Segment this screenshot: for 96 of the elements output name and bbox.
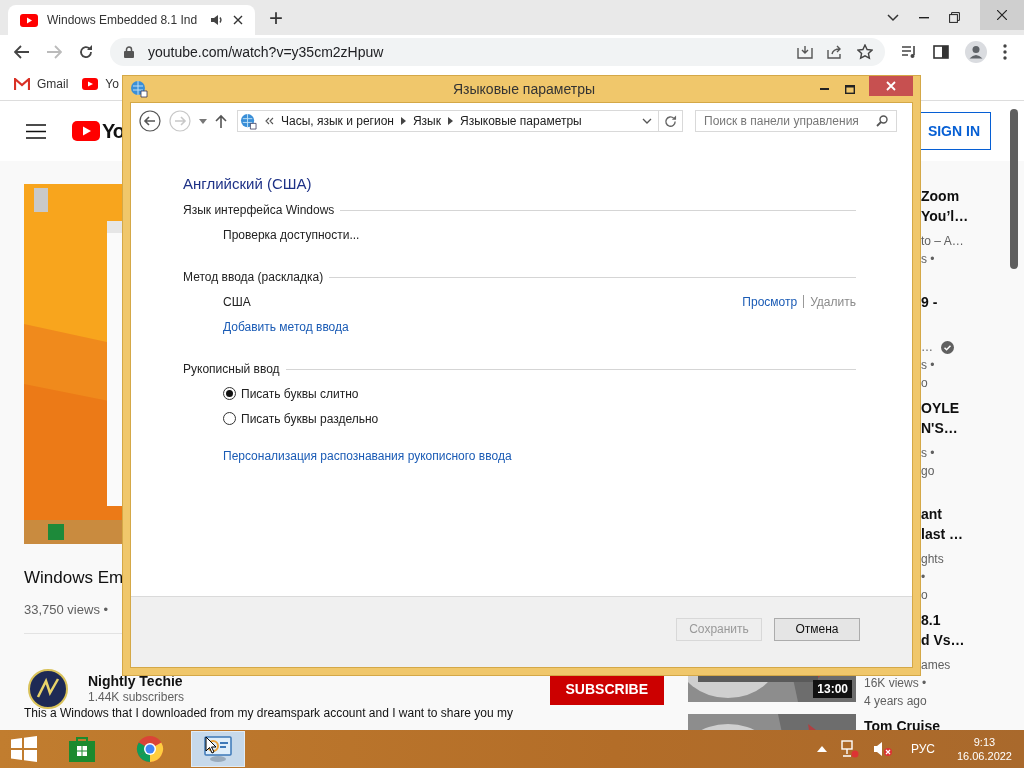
clock-date[interactable]: 16.06.2022	[956, 750, 1012, 762]
close-icon	[886, 81, 896, 91]
close-icon[interactable]	[233, 15, 243, 25]
network-icon[interactable]	[840, 740, 859, 758]
speaker-icon[interactable]	[210, 14, 224, 26]
section-title: Метод ввода (раскладка)	[183, 270, 324, 284]
action-link[interactable]: Просмотр	[742, 294, 798, 309]
refresh-button[interactable]	[659, 110, 683, 132]
restore-icon[interactable]	[949, 12, 960, 23]
minimize-icon[interactable]	[820, 87, 829, 91]
dropdown-arrow-icon[interactable]	[199, 118, 207, 124]
video-meta: to – A…	[921, 234, 964, 248]
breadcrumb-arrow-icon[interactable]	[448, 117, 453, 125]
radio-label[interactable]: Писать буквы слитно	[241, 386, 359, 401]
section-title: Язык интерфейса Windows	[183, 203, 335, 217]
chevron-down-icon[interactable]	[887, 13, 899, 22]
star-icon[interactable]	[857, 43, 873, 60]
video-meta: 4 years ago	[864, 694, 927, 708]
muted-speaker-icon[interactable]	[872, 740, 893, 758]
address-bar[interactable]: youtube.com/watch?v=y35cm2zHpuw	[110, 37, 885, 66]
globe-icon	[130, 80, 148, 98]
video-meta: ames	[921, 658, 951, 672]
close-button[interactable]	[869, 76, 913, 96]
radio-button[interactable]	[223, 387, 236, 400]
menu-icon[interactable]	[1003, 43, 1007, 60]
search-field[interactable]: Поиск в панели управления	[695, 110, 897, 132]
scrollbar-thumb[interactable]	[1010, 109, 1018, 269]
window-title: Языковые параметры	[452, 81, 596, 97]
back-icon[interactable]	[139, 110, 161, 132]
address-bar[interactable]: Часы, язык и регион Язык Языковые параметры	[237, 110, 659, 132]
status-text: Проверка доступности...	[223, 227, 360, 242]
shopping-bag-icon	[68, 735, 96, 763]
duration-badge: 13:00	[813, 680, 852, 698]
up-arrow-icon[interactable]	[215, 114, 227, 128]
input-method-name: США	[223, 294, 251, 309]
profile-icon[interactable]	[965, 40, 987, 63]
browser-tab[interactable]: Windows Embedded 8.1 Ind	[8, 5, 255, 35]
breadcrumb-link[interactable]: Часы, язык и регион	[281, 114, 394, 128]
breadcrumb-arrow-icon[interactable]	[400, 117, 406, 125]
video-meta: 16K views •	[864, 676, 927, 690]
search-icon[interactable]	[876, 115, 888, 127]
radio-button[interactable]	[223, 412, 236, 425]
clock-time[interactable]: 9:13	[973, 736, 996, 748]
video-meta: go	[921, 464, 935, 478]
share-icon[interactable]	[827, 44, 843, 59]
video-meta: ghts	[921, 552, 944, 566]
section-title: Рукописный ввод	[183, 362, 280, 376]
media-queue-icon[interactable]	[901, 44, 917, 59]
chevron-down-icon[interactable]	[642, 118, 652, 124]
video-meta: o	[921, 376, 928, 390]
settings-link[interactable]: Персонализация распознавания рукописного ввода	[223, 448, 512, 463]
channel-name[interactable]: Nightly Techie	[88, 673, 185, 689]
close-icon	[997, 10, 1007, 20]
video-meta: s •	[921, 252, 935, 266]
back-icon[interactable]	[14, 44, 30, 59]
video-description: This a Windows that I downloaded from my dreamspark account and I want to share you my	[24, 706, 514, 720]
minimize-icon[interactable]	[919, 16, 929, 19]
view-count: 33,750 views •	[24, 602, 110, 617]
bookmark-link[interactable]: Yo	[105, 77, 119, 91]
dialog-button[interactable]: Отмена	[774, 617, 860, 641]
play-logo-icon	[72, 121, 100, 141]
radio-label[interactable]: Писать буквы раздельно	[241, 411, 379, 426]
browser-logo-icon	[136, 735, 164, 763]
breadcrumb-link[interactable]: Языковые параметры	[460, 114, 582, 128]
settings-link[interactable]: Добавить метод ввода	[223, 319, 349, 334]
side-panel-icon[interactable]	[933, 44, 949, 59]
video-meta: •	[921, 570, 926, 584]
new-tab-button[interactable]: +	[269, 5, 283, 31]
verified-icon	[941, 340, 954, 354]
play-logo-icon	[20, 13, 38, 27]
video-meta: s •	[921, 358, 935, 372]
menu-icon[interactable]	[26, 123, 46, 139]
breadcrumb-link[interactable]: Язык	[412, 114, 441, 128]
video-title: Windows Em	[24, 568, 125, 588]
language-heading: Английский (США)	[183, 175, 313, 192]
language-indicator[interactable]: РУС	[910, 742, 935, 756]
refresh-icon	[664, 114, 677, 128]
video-meta: o	[921, 588, 928, 602]
lock-icon	[124, 45, 134, 58]
cursor-icon	[205, 736, 217, 754]
start-button[interactable]	[11, 736, 37, 762]
channel-avatar[interactable]	[28, 669, 68, 709]
install-icon[interactable]	[797, 44, 813, 59]
tab-title: Windows Embedded 8.1 Ind	[47, 13, 199, 27]
mail-logo-icon	[14, 78, 30, 90]
taskbar-button[interactable]	[191, 731, 245, 767]
video-meta: …	[921, 340, 933, 354]
bookmark-link[interactable]: Gmail	[37, 77, 69, 91]
video-meta: s •	[921, 446, 935, 460]
maximize-icon[interactable]	[845, 84, 855, 94]
globe-icon	[240, 112, 257, 130]
reload-icon[interactable]	[78, 43, 94, 60]
double-chevron-icon[interactable]	[264, 117, 274, 125]
caret-up-icon[interactable]	[816, 746, 827, 752]
play-logo-icon	[82, 78, 99, 90]
subscriber-count: 1.44K subscribers	[88, 689, 185, 705]
